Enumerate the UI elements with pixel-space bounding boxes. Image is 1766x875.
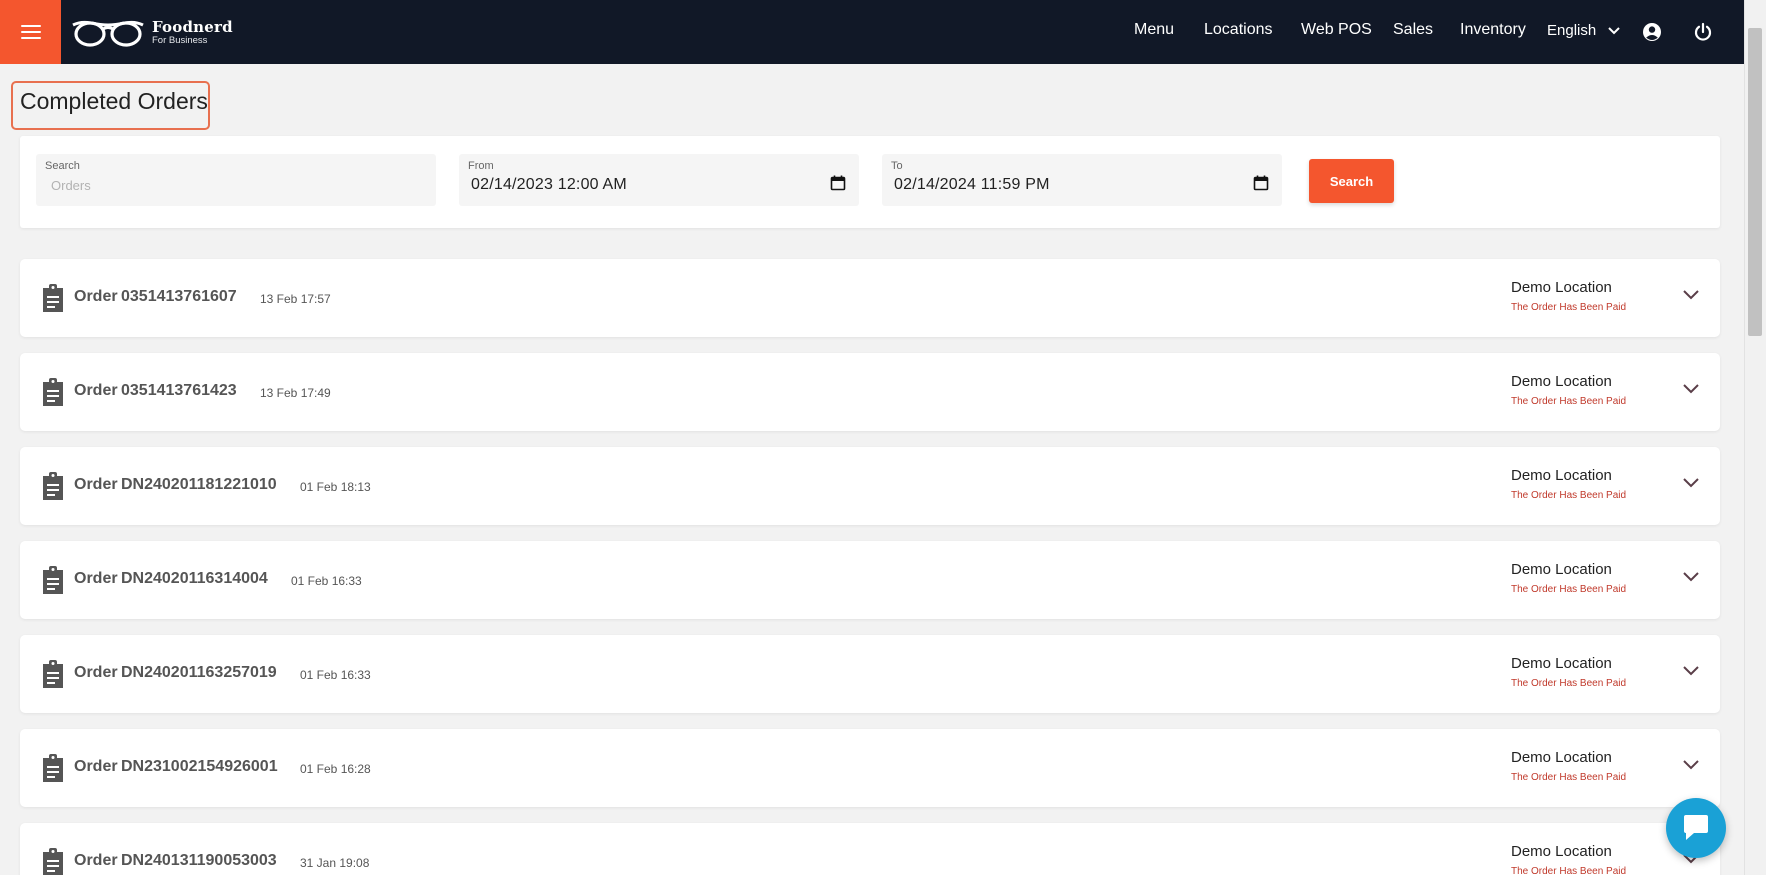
to-label: To (891, 160, 903, 172)
chevron-down-icon (1608, 26, 1620, 34)
logout-button[interactable] (1691, 20, 1715, 44)
order-number: DN240131190053003 (121, 852, 277, 869)
chevron-down-icon[interactable] (1682, 383, 1700, 395)
order-date: 01 Feb 18:13 (300, 480, 371, 494)
search-filter-panel: Search Orders From 02/14/2023 12:00 AM T… (20, 136, 1720, 228)
nav-link-sales[interactable]: Sales (1393, 21, 1433, 39)
clipboard-icon (43, 472, 63, 500)
order-row[interactable]: Order DN240131190053003 31 Jan 19:08 Dem… (20, 823, 1720, 875)
order-row[interactable]: Order 0351413761607 13 Feb 17:57 Demo Lo… (20, 259, 1720, 337)
to-date-field[interactable]: To 02/14/2024 11:59 PM (882, 154, 1282, 206)
clipboard-icon (43, 754, 63, 782)
order-row[interactable]: Order DN240201163257019 01 Feb 16:33 Dem… (20, 635, 1720, 713)
page-scrollbar-thumb[interactable] (1748, 28, 1762, 336)
order-date: 01 Feb 16:33 (300, 668, 371, 682)
order-date: 01 Feb 16:33 (291, 574, 362, 588)
order-label: Order (74, 288, 118, 305)
brand-logo[interactable]: Foodnerd For Business (71, 16, 233, 50)
page-title: Completed Orders (20, 88, 208, 114)
chevron-down-icon[interactable] (1682, 289, 1700, 301)
order-label: Order (74, 664, 118, 681)
order-label: Order (74, 570, 118, 587)
order-status: The Order Has Been Paid (1511, 866, 1627, 875)
clipboard-icon (43, 660, 63, 688)
chevron-down-icon[interactable] (1682, 477, 1700, 489)
order-status: The Order Has Been Paid (1511, 584, 1627, 595)
order-status: The Order Has Been Paid (1511, 678, 1627, 689)
order-row[interactable]: Order 0351413761423 13 Feb 17:49 Demo Lo… (20, 353, 1720, 431)
brand-name: Foodnerd (152, 18, 233, 37)
order-location: Demo Location (1511, 279, 1612, 296)
to-date-input[interactable]: 02/14/2024 11:59 PM (894, 176, 1050, 194)
order-status: The Order Has Been Paid (1511, 490, 1627, 501)
chat-support-button[interactable] (1666, 798, 1726, 858)
glasses-icon (72, 20, 144, 47)
language-select[interactable]: English (1547, 22, 1620, 39)
order-status: The Order Has Been Paid (1511, 396, 1627, 407)
order-date: 13 Feb 17:57 (260, 292, 331, 306)
top-navbar: Foodnerd For Business Menu Locations Web… (0, 0, 1744, 64)
order-row[interactable]: Order DN240201181221010 01 Feb 18:13 Dem… (20, 447, 1720, 525)
calendar-icon[interactable] (1253, 175, 1269, 191)
order-location: Demo Location (1511, 561, 1612, 578)
order-status: The Order Has Been Paid (1511, 302, 1627, 313)
chevron-down-icon[interactable] (1682, 571, 1700, 583)
account-icon (1643, 23, 1661, 41)
power-icon (1694, 22, 1712, 41)
order-date: 13 Feb 17:49 (260, 386, 331, 400)
brand-tagline: For Business (152, 35, 208, 47)
clipboard-icon (43, 848, 63, 875)
menu-toggle-button[interactable] (0, 0, 61, 64)
menu-icon (20, 25, 41, 39)
order-number: 0351413761607 (121, 288, 237, 305)
nav-link-inventory[interactable]: Inventory (1460, 21, 1526, 39)
order-location: Demo Location (1511, 373, 1612, 390)
search-field[interactable]: Search Orders (36, 154, 436, 206)
order-number: DN240201181221010 (121, 476, 277, 493)
order-date: 01 Feb 16:28 (300, 762, 371, 776)
order-status: The Order Has Been Paid (1511, 772, 1627, 783)
order-date: 31 Jan 19:08 (300, 856, 370, 870)
language-label: English (1547, 22, 1597, 39)
order-label: Order (74, 852, 118, 869)
order-location: Demo Location (1511, 749, 1612, 766)
order-row[interactable]: Order DN24020116314004 01 Feb 16:33 Demo… (20, 541, 1720, 619)
clipboard-icon (43, 284, 63, 312)
order-location: Demo Location (1511, 467, 1612, 484)
order-number: DN24020116314004 (121, 570, 268, 587)
order-location: Demo Location (1511, 843, 1612, 860)
order-number: 0351413761423 (121, 382, 237, 399)
search-label: Search (45, 160, 80, 172)
chevron-down-icon[interactable] (1682, 759, 1700, 771)
chat-icon (1684, 815, 1708, 840)
order-location: Demo Location (1511, 655, 1612, 672)
clipboard-icon (43, 566, 63, 594)
from-label: From (468, 160, 494, 172)
search-input-placeholder[interactable]: Orders (51, 178, 91, 193)
search-button[interactable]: Search (1309, 159, 1394, 203)
nav-link-web-pos[interactable]: Web POS (1301, 21, 1372, 39)
from-date-input[interactable]: 02/14/2023 12:00 AM (471, 176, 627, 194)
order-label: Order (74, 758, 118, 775)
order-label: Order (74, 382, 118, 399)
nav-link-locations[interactable]: Locations (1204, 21, 1273, 39)
order-row[interactable]: Order DN231002154926001 01 Feb 16:28 Dem… (20, 729, 1720, 807)
order-number: DN231002154926001 (121, 758, 278, 775)
order-number: DN240201163257019 (121, 664, 277, 681)
clipboard-icon (43, 378, 63, 406)
nav-link-menu[interactable]: Menu (1134, 21, 1174, 39)
from-date-field[interactable]: From 02/14/2023 12:00 AM (459, 154, 859, 206)
order-label: Order (74, 476, 118, 493)
calendar-icon[interactable] (830, 175, 846, 191)
account-button[interactable] (1640, 20, 1664, 44)
chevron-down-icon[interactable] (1682, 665, 1700, 677)
